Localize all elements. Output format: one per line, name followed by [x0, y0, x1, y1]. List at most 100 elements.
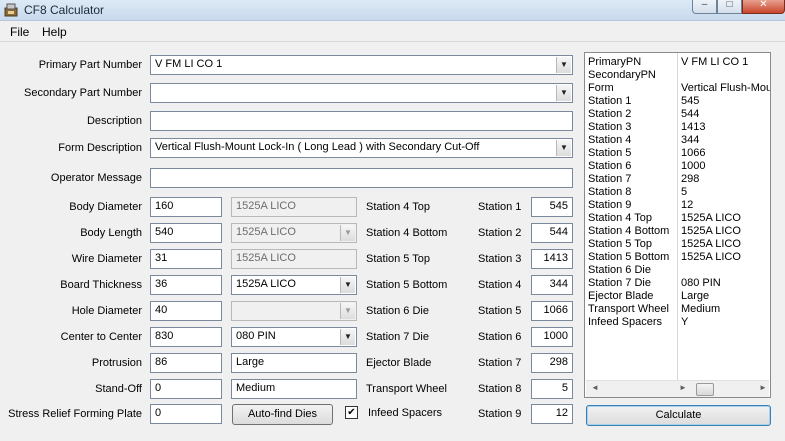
close-button[interactable]: ✕ [742, 0, 785, 14]
summary-value: 5 [681, 186, 688, 198]
summary-list[interactable]: PrimaryPN V FM LI CO 1 SecondaryPN Form … [584, 52, 771, 398]
station-label: Station 5 [478, 305, 522, 317]
station4-bottom-die-combo: 1525A LICO ▼ [231, 223, 357, 243]
param-label: Protrusion [91, 357, 142, 369]
center-to-center-field[interactable]: 830 [150, 327, 222, 347]
menu-bar: File Help [0, 22, 785, 42]
station-label: Station 8 [478, 383, 522, 395]
param-label: Hole Diameter [71, 305, 142, 317]
summary-key: Station 4 [588, 134, 632, 146]
wire-diameter-field[interactable]: 31 [150, 249, 222, 269]
operator-message-label: Operator Message [50, 172, 142, 184]
infeed-spacers-checkbox[interactable]: ✔ [345, 406, 358, 419]
summary-key: Station 6 [588, 160, 632, 172]
die-label: Station 5 Top [366, 253, 431, 265]
chevron-down-icon: ▼ [340, 225, 355, 241]
scroll-right-icon[interactable]: ► [679, 383, 687, 392]
summary-key: Station 1 [588, 95, 632, 107]
summary-value: 1525A LICO [681, 238, 741, 250]
summary-key: Station 8 [588, 186, 632, 198]
die-label: Station 4 Bottom [366, 227, 448, 239]
operator-message-field[interactable] [150, 168, 573, 188]
calculate-button[interactable]: Calculate [586, 405, 771, 426]
station4-top-die-field: 1525A LICO [231, 197, 357, 217]
form-description-label: Form Description [58, 142, 142, 154]
die-label: Station 4 Top [366, 201, 431, 213]
summary-key: Station 7 [588, 173, 632, 185]
chevron-down-icon[interactable]: ▼ [556, 85, 571, 101]
station5-bottom-die-combo[interactable]: 1525A LICO ▼ [231, 275, 357, 295]
column-divider [677, 53, 678, 380]
station8-field[interactable]: 5 [531, 379, 573, 399]
board-thickness-field[interactable]: 36 [150, 275, 222, 295]
menu-help[interactable]: Help [42, 25, 67, 39]
summary-value: Vertical Flush-Mount [681, 82, 770, 94]
scroll-right-icon[interactable]: ► [759, 383, 767, 392]
station2-field[interactable]: 544 [531, 223, 573, 243]
form-description-value: Vertical Flush-Mount Lock-In ( Long Lead… [155, 141, 480, 153]
protrusion-field[interactable]: 86 [150, 353, 222, 373]
scroll-left-icon[interactable]: ◄ [591, 383, 599, 392]
chevron-down-icon[interactable]: ▼ [556, 57, 571, 73]
hole-diameter-field[interactable]: 40 [150, 301, 222, 321]
body-length-field[interactable]: 540 [150, 223, 222, 243]
secondary-part-combo[interactable]: ▼ [150, 83, 573, 103]
chevron-down-icon: ▼ [340, 303, 355, 319]
station4-bottom-die-value: 1525A LICO [236, 226, 296, 238]
scroll-thumb[interactable] [696, 383, 714, 396]
station5-field[interactable]: 1066 [531, 301, 573, 321]
description-field[interactable] [150, 111, 573, 131]
ejector-blade-field[interactable]: Large [231, 353, 357, 373]
primary-part-combo[interactable]: V FM LI CO 1 ▼ [150, 55, 573, 75]
summary-key: Station 6 Die [588, 264, 651, 276]
body-diameter-field[interactable]: 160 [150, 197, 222, 217]
station9-field[interactable]: 12 [531, 404, 573, 424]
param-label: Stress Relief Forming Plate [8, 408, 142, 420]
station4-field[interactable]: 344 [531, 275, 573, 295]
summary-value: 1000 [681, 160, 706, 172]
horizontal-scrollbar[interactable]: ◄ ► ► [586, 380, 769, 397]
die-label: Station 7 Die [366, 331, 429, 343]
summary-value: 545 [681, 95, 700, 107]
die-label: Station 5 Bottom [366, 279, 448, 291]
station-label: Station 6 [478, 331, 522, 343]
form-description-combo[interactable]: Vertical Flush-Mount Lock-In ( Long Lead… [150, 138, 573, 158]
transport-wheel-field[interactable]: Medium [231, 379, 357, 399]
summary-key: Station 4 Top [588, 212, 653, 224]
chevron-down-icon[interactable]: ▼ [556, 140, 571, 156]
secondary-part-label: Secondary Part Number [24, 87, 142, 99]
summary-value: 1525A LICO [681, 225, 741, 237]
summary-key: Form [588, 82, 614, 94]
summary-key: Station 5 Top [588, 238, 653, 250]
station5-bottom-die-value: 1525A LICO [236, 278, 296, 290]
station3-field[interactable]: 1413 [531, 249, 573, 269]
chevron-down-icon[interactable]: ▼ [340, 277, 355, 293]
summary-key: Station 2 [588, 108, 632, 120]
station1-field[interactable]: 545 [531, 197, 573, 217]
station7-die-combo[interactable]: 080 PIN ▼ [231, 327, 357, 347]
primary-part-value: V FM LI CO 1 [155, 58, 223, 70]
station7-field[interactable]: 298 [531, 353, 573, 373]
station7-die-value: 080 PIN [236, 330, 276, 342]
close-icon: ✕ [759, 0, 768, 10]
summary-key: PrimaryPN [588, 56, 642, 68]
maximize-button[interactable]: □ [717, 0, 742, 14]
auto-find-dies-button[interactable]: Auto-find Dies [232, 404, 333, 425]
maximize-icon: □ [726, 0, 733, 10]
station6-field[interactable]: 1000 [531, 327, 573, 347]
summary-key: Station 7 Die [588, 277, 651, 289]
summary-value: V FM LI CO 1 [681, 56, 749, 68]
summary-value: Large [681, 290, 710, 302]
menu-file[interactable]: File [10, 25, 29, 39]
stress-relief-field[interactable]: 0 [150, 404, 222, 424]
station6-die-combo: ▼ [231, 301, 357, 321]
window-title: CF8 Calculator [24, 3, 105, 17]
chevron-down-icon[interactable]: ▼ [340, 329, 355, 345]
stand-off-field[interactable]: 0 [150, 379, 222, 399]
summary-key: Station 3 [588, 121, 632, 133]
minimize-button[interactable]: – [692, 0, 717, 14]
minimize-icon: – [701, 0, 708, 10]
param-label: Center to Center [60, 331, 142, 343]
summary-value: 298 [681, 173, 700, 185]
summary-value: Medium [681, 303, 721, 315]
